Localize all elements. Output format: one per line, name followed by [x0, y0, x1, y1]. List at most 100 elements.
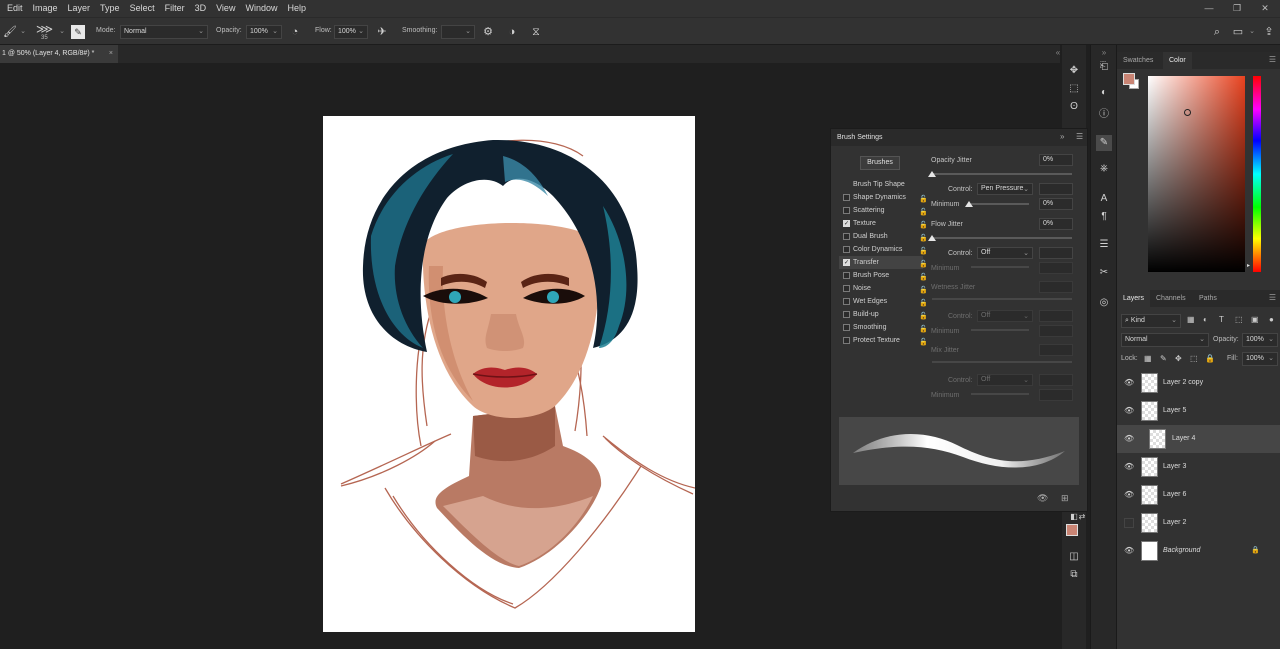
share-icon[interactable]: ⇪ — [1262, 25, 1276, 39]
workspace-icon[interactable]: ▭ — [1231, 25, 1245, 39]
flow-input[interactable]: 100% ⌄ — [334, 25, 368, 39]
layer-row-layer-5[interactable]: 👁 Layer 5 — [1117, 397, 1280, 425]
eye-off-icon[interactable] — [1124, 518, 1134, 528]
libraries-icon[interactable]: ◎ — [1096, 295, 1112, 311]
menu-layer[interactable]: Layer — [63, 0, 96, 17]
info-icon[interactable]: ⓘ — [1096, 107, 1112, 123]
menu-type[interactable]: Type — [95, 0, 125, 17]
filter-smart-object-icon[interactable]: ▣ — [1251, 315, 1259, 324]
layer-row-layer-2-copy[interactable]: 👁 Layer 2 copy — [1117, 369, 1280, 397]
eye-icon[interactable]: 👁 — [1124, 490, 1134, 500]
checkbox[interactable] — [843, 272, 850, 279]
checkbox[interactable] — [843, 194, 850, 201]
move-tool-icon[interactable]: ✥ — [1066, 63, 1082, 79]
close-icon[interactable]: × — [109, 45, 113, 63]
close-window-icon[interactable]: ✕ — [1254, 0, 1276, 17]
panel-menu-icon[interactable]: ☰ — [1269, 293, 1276, 302]
canvas-artboard[interactable] — [323, 116, 695, 632]
brush-option-wet-edges[interactable]: Wet Edges 🔓 — [839, 295, 928, 308]
menu-3d[interactable]: 3D — [190, 0, 212, 17]
tab-layers[interactable]: Layers — [1117, 290, 1151, 307]
foreground-color-swatch[interactable] — [1066, 524, 1078, 536]
opacity-jitter-input[interactable]: 0% — [1039, 154, 1073, 166]
foreground-color-chip[interactable] — [1123, 73, 1135, 85]
tab-paths[interactable]: Paths — [1193, 290, 1223, 307]
lock-icon[interactable]: 🔓 — [919, 336, 928, 349]
lock-image-icon[interactable]: ✎ — [1160, 354, 1167, 363]
minimize-icon[interactable]: — — [1198, 0, 1220, 17]
tool-preset-chevron-icon[interactable]: ⌄ — [16, 25, 30, 39]
tab-color[interactable]: Color — [1163, 52, 1192, 69]
quick-mask-icon[interactable]: ◫ — [1066, 549, 1082, 565]
brush-panel-toggle-icon[interactable]: ✎ — [71, 25, 85, 39]
color-picker-ring[interactable] — [1184, 109, 1191, 116]
saturation-brightness-field[interactable] — [1148, 76, 1245, 272]
filter-adjustment-icon[interactable]: ◐ — [1203, 315, 1208, 324]
character-icon[interactable]: A — [1096, 191, 1112, 207]
opacity-minimum-slider[interactable] — [971, 203, 1029, 205]
menu-help[interactable]: Help — [282, 0, 311, 17]
checkbox[interactable] — [843, 311, 850, 318]
checkbox[interactable] — [843, 233, 850, 240]
layer-row-layer-3[interactable]: 👁 Layer 3 — [1117, 453, 1280, 481]
eye-icon[interactable]: 👁 — [1124, 462, 1134, 472]
paragraph-icon[interactable]: ¶ — [1096, 209, 1112, 225]
properties-icon[interactable]: ☰ — [1096, 237, 1112, 253]
brush-tip-shape-item[interactable]: Brush Tip Shape — [839, 178, 923, 191]
brush-option-smoothing[interactable]: Smoothing 🔓 — [839, 321, 928, 334]
lock-transparent-icon[interactable]: ▦ — [1144, 354, 1152, 363]
lock-artboard-icon[interactable]: ⬚ — [1190, 354, 1198, 363]
brush-option-texture[interactable]: ✓ Texture 🔓 — [839, 217, 928, 230]
menu-view[interactable]: View — [211, 0, 240, 17]
smoothing-input[interactable]: ⌄ — [441, 25, 475, 39]
brush-option-scattering[interactable]: Scattering 🔓 — [839, 204, 928, 217]
checkbox[interactable] — [843, 298, 850, 305]
layer-row-background[interactable]: 👁 Background 🔒 — [1117, 537, 1280, 565]
brush-settings-header[interactable]: Brush Settings » ☰ — [831, 129, 1087, 146]
tab-swatches[interactable]: Swatches — [1117, 52, 1159, 69]
layer-blend-mode-select[interactable]: Normal ⌄ — [1121, 333, 1209, 347]
screen-mode-icon[interactable]: ⧉ — [1066, 567, 1082, 583]
menu-window[interactable]: Window — [240, 0, 282, 17]
brush-option-dual-brush[interactable]: Dual Brush 🔓 — [839, 230, 928, 243]
brush-preset-chevron-icon[interactable]: ⌄ — [55, 25, 69, 39]
marquee-tool-icon[interactable]: ⬚ — [1066, 81, 1082, 97]
document-tab[interactable]: 1 @ 50% (Layer 4, RGB/8#) * × — [0, 45, 118, 63]
opacity-jitter-slider-handle[interactable] — [928, 171, 936, 177]
history-icon[interactable]: ⎗ — [1096, 59, 1112, 75]
flow-jitter-slider-handle[interactable] — [928, 235, 936, 241]
brush-tool-icon[interactable]: 🖌 — [3, 25, 17, 39]
brush-option-shape-dynamics[interactable]: Shape Dynamics 🔓 — [839, 191, 928, 204]
menu-filter[interactable]: Filter — [160, 0, 190, 17]
eye-icon[interactable]: 👁 — [1124, 546, 1134, 556]
layer-row-layer-6[interactable]: 👁 Layer 6 — [1117, 481, 1280, 509]
pressure-size-icon[interactable]: ◑ — [505, 25, 519, 39]
restore-icon[interactable]: ❐ — [1226, 0, 1248, 17]
opacity-jitter-slider[interactable] — [932, 173, 1072, 175]
layer-opacity-input[interactable]: 100% ⌄ — [1242, 333, 1278, 347]
panel-menu-icon[interactable]: ☰ — [1076, 132, 1083, 141]
filter-type-icon[interactable]: T — [1219, 315, 1224, 324]
kind-filter-select[interactable]: ⌕ Kind ⌄ — [1121, 314, 1181, 328]
eye-icon[interactable]: 👁 — [1124, 378, 1134, 388]
opacity-minimum-input[interactable]: 0% — [1039, 198, 1073, 210]
clone-source-icon[interactable]: ⎈ — [1096, 161, 1112, 177]
filter-pixel-icon[interactable]: ▦ — [1187, 315, 1195, 324]
checkbox-checked[interactable]: ✓ — [843, 220, 850, 227]
checkbox[interactable] — [843, 337, 850, 344]
brush-preset-icon[interactable]: ⋙ — [36, 22, 53, 36]
flow-jitter-slider[interactable] — [932, 237, 1072, 239]
fill-input[interactable]: 100% ⌄ — [1242, 352, 1278, 366]
symmetry-icon[interactable]: ⧖ — [529, 25, 543, 39]
search-icon[interactable]: ⌕ — [1210, 25, 1224, 39]
brush-option-build-up[interactable]: Build-up 🔓 — [839, 308, 928, 321]
collapse-left-icon[interactable]: « — [1050, 45, 1066, 61]
brush-option-transfer[interactable]: ✓ Transfer 🔓 — [839, 256, 928, 269]
brush-option-brush-pose[interactable]: Brush Pose 🔓 — [839, 269, 928, 282]
flow-jitter-input[interactable]: 0% — [1039, 218, 1073, 230]
panel-menu-icon[interactable]: ☰ — [1269, 55, 1276, 64]
eye-icon[interactable]: 👁 — [1124, 434, 1134, 444]
checkbox[interactable] — [843, 285, 850, 292]
layer-row-layer-4[interactable]: 👁 Layer 4 — [1117, 425, 1280, 453]
brush-option-protect-texture[interactable]: Protect Texture 🔓 — [839, 334, 928, 347]
